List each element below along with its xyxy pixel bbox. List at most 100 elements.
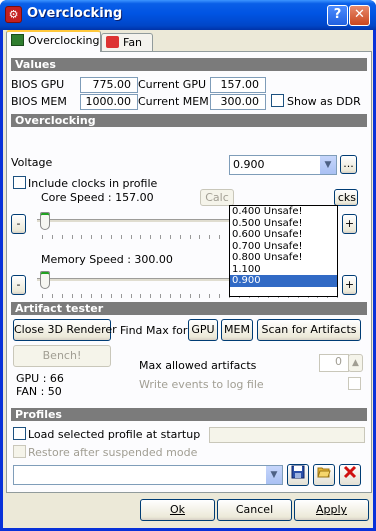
load-profile-checkbox[interactable] [13,427,26,440]
bios-mem-field[interactable]: 1000.00 [80,94,138,110]
slider-tick [189,294,191,298]
tab-strip: Overclocking Fan [3,30,373,53]
current-mem-field[interactable]: 300.00 [210,94,266,110]
slider-tick [81,235,83,239]
voltage-option[interactable]: 1.100 [230,264,337,276]
slider-tick [42,235,43,239]
slider-tick [150,294,152,298]
save-icon [291,465,305,479]
scan-artifacts-button[interactable]: Scan for Artifacts [257,319,361,341]
slider-tick [71,294,73,298]
slider-tick [179,294,181,298]
slider-tick [101,294,102,298]
slider-tick [169,294,171,298]
bios-gpu-field[interactable]: 775.00 [80,77,138,93]
folder-open-icon [317,467,331,478]
chip-icon [11,34,24,46]
slider-tick [219,235,220,239]
ok-button[interactable]: Ok [140,499,215,521]
open-profile-button[interactable] [313,464,335,486]
slider-tick [51,235,53,239]
show-as-ddr-label: Show as DDR [287,95,361,108]
voltage-option[interactable]: 0.400 Unsafe! [230,206,337,218]
bench-button[interactable]: Bench! [13,345,111,367]
slider-tick [130,235,132,239]
voltage-option[interactable]: 0.700 Unsafe! [230,241,337,253]
save-profile-button[interactable] [287,464,309,486]
memory-minus-button[interactable]: - [11,275,26,295]
memory-speed-slider[interactable] [40,271,50,289]
slider-tick [61,294,63,298]
find-max-gpu-button[interactable]: GPU [188,319,218,341]
cancel-button[interactable]: Cancel [217,499,292,521]
show-as-ddr-checkbox[interactable] [271,94,284,107]
delete-icon [343,465,357,479]
find-max-label: Find Max for [120,324,188,337]
voltage-select[interactable]: 0.900 ▼ [229,155,337,175]
slider-tick [81,294,83,298]
slider-tick [91,294,93,298]
clocks-button[interactable]: cks [334,189,358,206]
slider-tick [219,294,220,298]
current-gpu-field[interactable]: 157.00 [210,77,266,93]
slider-tick [61,235,63,239]
window: ⚙ Overclocking ? ✕ Overclocking Fan Valu… [0,0,376,531]
core-minus-button[interactable]: - [11,214,26,234]
write-events-checkbox[interactable] [348,377,361,390]
apply-button[interactable]: Apply [294,499,369,521]
slider-tick [42,294,43,298]
slider-tick [130,294,132,298]
tab-fan[interactable]: Fan [101,33,153,53]
voltage-option[interactable]: 0.800 Unsafe! [230,252,337,264]
slider-tick [199,294,201,298]
tab-overclocking-label: Overclocking [28,34,100,47]
slider-tick [160,294,161,298]
load-profile-label: Load selected profile at startup [28,428,201,441]
voltage-option[interactable]: 0.600 Unsafe! [230,229,337,241]
voltage-browse-button[interactable]: ... [340,155,357,174]
app-icon: ⚙ [5,6,22,23]
slider-tick [189,235,191,239]
profile-select[interactable]: ▼ [13,465,283,485]
close-button[interactable]: ✕ [349,5,370,26]
find-max-mem-button[interactable]: MEM [221,319,253,341]
bios-mem-label: BIOS MEM [11,95,67,108]
fan-status: FAN : 50 [16,385,62,398]
tab-fan-label: Fan [123,36,143,49]
gpu-status: GPU : 66 [16,372,64,385]
help-button[interactable]: ? [327,5,348,26]
core-speed-slider[interactable] [40,212,50,230]
slider-tick [120,294,122,298]
ok-label: Ok [169,503,186,516]
restore-checkbox[interactable] [13,445,26,458]
slider-tick [209,294,211,298]
spinner-arrows-icon[interactable]: ▲ [348,354,363,372]
title-bar[interactable]: ⚙ Overclocking ? ✕ [0,0,376,30]
slider-tick [120,235,122,239]
calc-button[interactable]: Calc [200,189,234,206]
core-plus-button[interactable]: + [342,214,357,234]
voltage-option-selected[interactable]: 0.900 [230,275,337,287]
write-events-label: Write events to log file [139,378,264,391]
chevron-down-icon[interactable]: ▼ [265,466,282,484]
fan-icon [106,36,119,48]
tab-overclocking[interactable]: Overclocking [6,30,101,52]
values-heading: Values [11,58,367,71]
max-allowed-label: Max allowed artifacts [139,359,257,372]
close-3d-renderer-button[interactable]: Close 3D Renderer [13,319,117,341]
profile-path-field[interactable] [209,427,365,443]
memory-plus-button[interactable]: + [342,275,357,295]
window-title: Overclocking [27,6,123,21]
delete-profile-button[interactable] [339,464,361,486]
include-clocks-checkbox[interactable] [13,176,26,189]
core-speed-label: Core Speed : 157.00 [41,191,154,204]
slider-tick [140,235,142,239]
slider-tick [51,294,53,298]
voltage-option[interactable]: 0.500 Unsafe! [230,218,337,230]
restore-label: Restore after suspended mode [28,446,198,459]
slider-tick [179,235,181,239]
chevron-down-icon[interactable]: ▼ [319,156,336,174]
slider-tick [91,235,93,239]
current-gpu-label: Current GPU [138,78,207,91]
max-allowed-field[interactable]: 0 [319,354,349,372]
